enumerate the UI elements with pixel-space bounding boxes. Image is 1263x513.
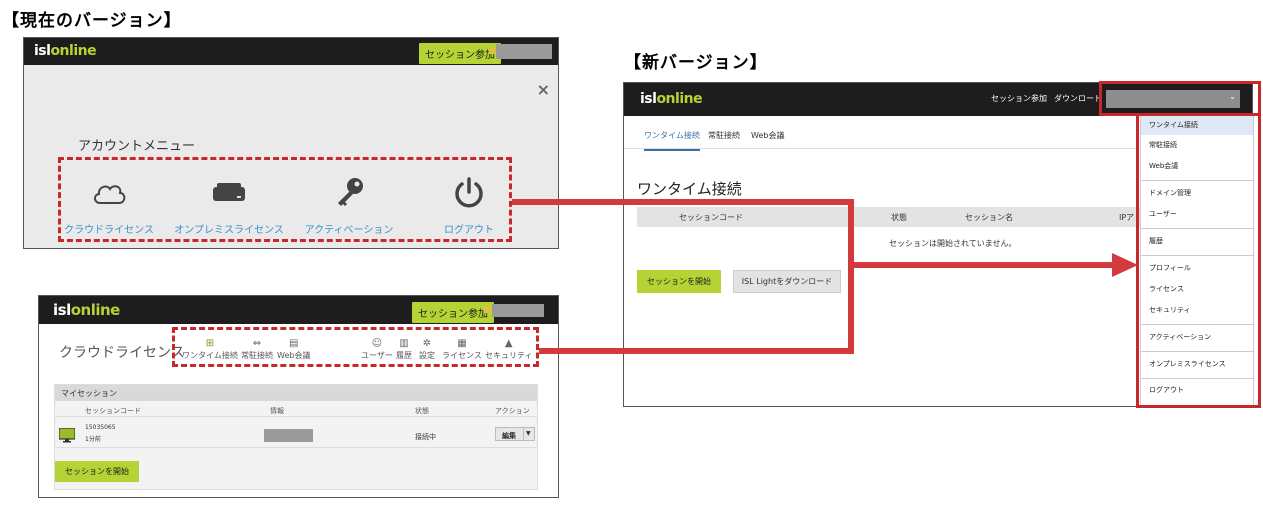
start-session-button[interactable]: セッションを開始 <box>55 461 139 482</box>
chevron-down-icon: ▼ <box>526 430 531 437</box>
top-bar: islonline セッション参加 ■ <box>39 296 558 324</box>
connector-line <box>512 199 854 205</box>
divider <box>523 428 524 440</box>
column-status: 状態 <box>891 213 907 222</box>
highlight-user-menu <box>1099 81 1261 116</box>
page-title: ワンタイム接続 <box>637 180 742 198</box>
highlight-nav-bar <box>172 327 539 367</box>
edit-dropdown-button[interactable]: 編集 ▼ <box>495 427 535 441</box>
column-action: アクション <box>495 407 530 415</box>
column-session-code: セッションコード <box>679 213 743 222</box>
column-status: 状態 <box>415 407 429 415</box>
link-download[interactable]: ダウンロード <box>1054 93 1102 104</box>
tab-web-meeting[interactable]: Web会議 <box>751 130 784 141</box>
redacted-info <box>264 429 313 442</box>
divider <box>55 447 537 448</box>
connector-line <box>848 262 1118 268</box>
start-session-button[interactable]: セッションを開始 <box>637 270 721 293</box>
download-isl-light-button[interactable]: ISL Lightをダウンロード <box>733 270 841 293</box>
empty-sessions-message: セッションは開始されていません。 <box>889 239 1017 248</box>
redacted-username[interactable] <box>496 44 552 59</box>
connector-line <box>539 348 854 354</box>
tab-permanent-connection[interactable]: 常駐接続 <box>708 130 740 141</box>
page-title: クラウドライセンス <box>59 345 185 361</box>
link-join-session[interactable]: セッション参加 <box>991 93 1047 104</box>
heading-current-version: 【現在のバージョン】 <box>2 11 182 31</box>
session-code[interactable]: 15035065 <box>85 424 116 431</box>
old-cloud-license-window: islonline セッション参加 ■ クラウドライセンス ⊞ ワンタイム接続 … <box>38 295 559 498</box>
arrow-head-icon <box>1112 253 1138 277</box>
panel-title: マイセッション <box>55 385 537 401</box>
islonline-logo[interactable]: islonline <box>640 91 703 107</box>
session-status: 接続中 <box>415 433 436 441</box>
edit-label: 編集 <box>502 432 516 440</box>
column-ip: IPア <box>1119 213 1135 222</box>
monitor-icon <box>59 428 75 443</box>
redacted-username[interactable] <box>492 304 544 317</box>
highlight-dropdown <box>1136 113 1261 408</box>
divider <box>55 416 537 417</box>
column-session-code: セッションコード <box>85 407 141 415</box>
session-age: 1分前 <box>85 436 101 443</box>
heading-new-version: 【新バージョン】 <box>624 53 768 73</box>
islonline-logo[interactable]: islonline <box>34 43 97 59</box>
connector-line <box>848 199 854 354</box>
highlight-account-menu <box>58 157 512 242</box>
close-icon[interactable]: × <box>537 80 550 99</box>
account-menu-title: アカウントメニュー <box>78 139 196 154</box>
my-sessions-panel: マイセッション セッションコード 情報 状態 アクション 15035065 1分… <box>54 384 538 490</box>
column-info: 情報 <box>270 407 284 415</box>
join-session-button[interactable]: セッション参加 <box>412 302 494 323</box>
top-bar: islonline セッション参加 ■ <box>24 38 558 65</box>
column-session-name: セッション名 <box>965 213 1013 222</box>
lock-icon: ■ <box>483 305 492 315</box>
islonline-logo[interactable]: islonline <box>53 301 120 319</box>
